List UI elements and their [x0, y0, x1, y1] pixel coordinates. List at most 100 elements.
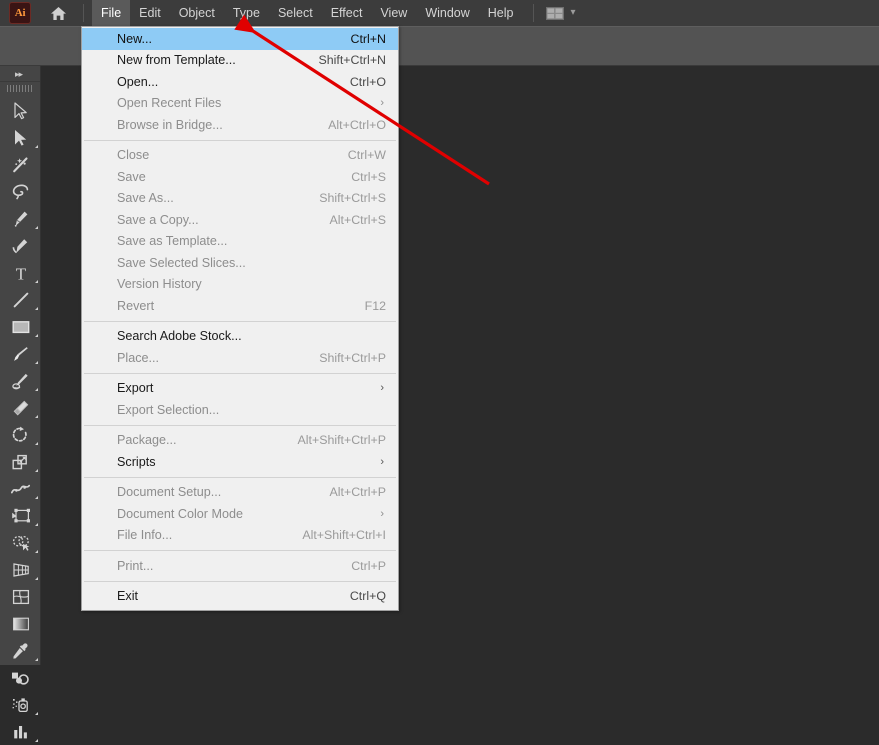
lasso-icon	[11, 183, 30, 201]
menu-item-shortcut: Ctrl+S	[351, 170, 386, 184]
menu-item-save-a-copy[interactable]: Save a Copy...Alt+Ctrl+S	[82, 209, 398, 231]
tool-flyout-indicator-icon	[35, 145, 38, 148]
lasso-tool[interactable]	[0, 178, 41, 205]
menubar-item-view[interactable]: View	[371, 0, 416, 26]
menu-item-scripts[interactable]: Scripts›	[82, 451, 398, 473]
menu-item-label: Version History	[117, 277, 202, 291]
menu-item-new-from-template[interactable]: New from Template...Shift+Ctrl+N	[82, 50, 398, 72]
perspective-grid-tool[interactable]	[0, 556, 41, 583]
menu-item-save-as[interactable]: Save As...Shift+Ctrl+S	[82, 188, 398, 210]
tools-panel-header: ▸▸	[0, 66, 40, 82]
menu-item-browse-in-bridge[interactable]: Browse in Bridge...Alt+Ctrl+O	[82, 114, 398, 136]
menubar-item-window[interactable]: Window	[416, 0, 478, 26]
blend-tool[interactable]	[0, 664, 41, 691]
menu-item-save-as-template[interactable]: Save as Template...	[82, 231, 398, 253]
menubar-item-edit[interactable]: Edit	[130, 0, 170, 26]
tool-flyout-indicator-icon	[35, 226, 38, 229]
perspective-grid-icon	[11, 561, 31, 579]
pen-tool[interactable]	[0, 205, 41, 232]
menubar-item-object[interactable]: Object	[170, 0, 224, 26]
shape-builder-tool[interactable]	[0, 529, 41, 556]
menu-item-shortcut: Ctrl+N	[351, 32, 386, 46]
menubar-item-file[interactable]: File	[92, 0, 130, 26]
rotate-tool[interactable]	[0, 421, 41, 448]
menu-item-label: Search Adobe Stock...	[117, 329, 242, 343]
menu-item-file-info[interactable]: File Info... Alt+Shift+Ctrl+I	[82, 525, 398, 547]
menu-item-shortcut: Ctrl+O	[350, 75, 386, 89]
menu-item-place[interactable]: Place... Shift+Ctrl+P	[82, 347, 398, 369]
rectangle-icon	[11, 319, 31, 335]
width-warp-icon	[10, 480, 31, 498]
chevron-down-icon[interactable]: ▾	[571, 0, 576, 26]
gradient-tool[interactable]	[0, 610, 41, 637]
tool-flyout-indicator-icon	[35, 712, 38, 715]
double-chevron-right-icon[interactable]: ▸▸	[15, 69, 22, 80]
menu-item-label: File Info...	[117, 528, 172, 542]
scale-tool[interactable]	[0, 448, 41, 475]
tool-flyout-indicator-icon	[35, 496, 38, 499]
tool-flyout-indicator-icon	[35, 739, 38, 742]
menu-item-shortcut: Shift+Ctrl+N	[319, 53, 386, 67]
mesh-tool[interactable]	[0, 583, 41, 610]
chevron-right-icon: ›	[380, 456, 386, 468]
menu-item-export[interactable]: Export›	[82, 378, 398, 400]
tool-flyout-indicator-icon	[35, 658, 38, 661]
menu-item-label: Print...	[117, 559, 153, 573]
menu-item-shortcut: Alt+Shift+Ctrl+P	[298, 433, 387, 447]
menu-item-search-adobe-stock[interactable]: Search Adobe Stock...	[82, 326, 398, 348]
paintbrush-icon	[11, 345, 30, 363]
tool-flyout-indicator-icon	[35, 280, 38, 283]
menu-item-new[interactable]: New...Ctrl+N	[82, 28, 398, 50]
menu-item-print[interactable]: Print...Ctrl+P	[82, 555, 398, 577]
paintbrush-tool[interactable]	[0, 340, 41, 367]
menu-item-label: Exit	[117, 589, 138, 603]
illustrator-window: Ai FileEditObjectTypeSelectEffectViewWin…	[0, 0, 879, 665]
menu-item-document-color-mode[interactable]: Document Color Mode›	[82, 503, 398, 525]
menubar-item-help[interactable]: Help	[479, 0, 523, 26]
menu-item-shortcut: Shift+Ctrl+P	[319, 351, 386, 365]
direct-selection-tool[interactable]	[0, 124, 41, 151]
menu-item-open[interactable]: Open...Ctrl+O	[82, 71, 398, 93]
menu-item-revert[interactable]: RevertF12	[82, 295, 398, 317]
line-segment-tool[interactable]	[0, 286, 41, 313]
blend-icon	[10, 669, 31, 687]
menu-item-save[interactable]: SaveCtrl+S	[82, 166, 398, 188]
menu-item-document-setup[interactable]: Document Setup...Alt+Ctrl+P	[82, 482, 398, 504]
menu-separator	[84, 373, 396, 374]
menu-item-package[interactable]: Package...Alt+Shift+Ctrl+P	[82, 430, 398, 452]
rectangle-tool[interactable]	[0, 313, 41, 340]
menu-item-open-recent-files[interactable]: Open Recent Files›	[82, 93, 398, 115]
shape-builder-icon	[11, 534, 31, 552]
menu-item-label: Save Selected Slices...	[117, 256, 246, 270]
column-graph-tool[interactable]	[0, 718, 41, 745]
menu-item-save-selected-slices[interactable]: Save Selected Slices...	[82, 252, 398, 274]
tool-flyout-indicator-icon	[35, 307, 38, 310]
menubar-item-type[interactable]: Type	[224, 0, 269, 26]
menu-item-shortcut: F12	[365, 299, 386, 313]
chevron-right-icon: ›	[380, 382, 386, 394]
menu-item-version-history[interactable]: Version History	[82, 274, 398, 296]
menu-item-close[interactable]: CloseCtrl+W	[82, 145, 398, 167]
menu-item-shortcut: Alt+Shift+Ctrl+I	[302, 528, 386, 542]
scale-icon	[11, 453, 30, 471]
menu-item-label: Save as Template...	[117, 234, 227, 248]
type-tool[interactable]: T	[0, 259, 41, 286]
tool-flyout-indicator-icon	[35, 577, 38, 580]
shaper-tool[interactable]	[0, 367, 41, 394]
eyedropper-tool[interactable]	[0, 637, 41, 664]
menubar-item-effect[interactable]: Effect	[322, 0, 372, 26]
curvature-tool[interactable]	[0, 232, 41, 259]
width-tool[interactable]	[0, 475, 41, 502]
free-transform-tool[interactable]	[0, 502, 41, 529]
panel-grip-icon[interactable]	[0, 82, 40, 95]
menu-item-export-selection[interactable]: Export Selection...	[82, 399, 398, 421]
eraser-tool[interactable]	[0, 394, 41, 421]
menu-item-label: Place...	[117, 351, 159, 365]
menubar-item-select[interactable]: Select	[269, 0, 322, 26]
symbol-sprayer-tool[interactable]	[0, 691, 41, 718]
arrange-documents-icon[interactable]	[546, 7, 564, 20]
menu-item-exit[interactable]: ExitCtrl+Q	[82, 586, 398, 608]
home-icon[interactable]	[45, 0, 71, 26]
magic-wand-tool[interactable]	[0, 151, 41, 178]
selection-tool[interactable]	[0, 97, 41, 124]
